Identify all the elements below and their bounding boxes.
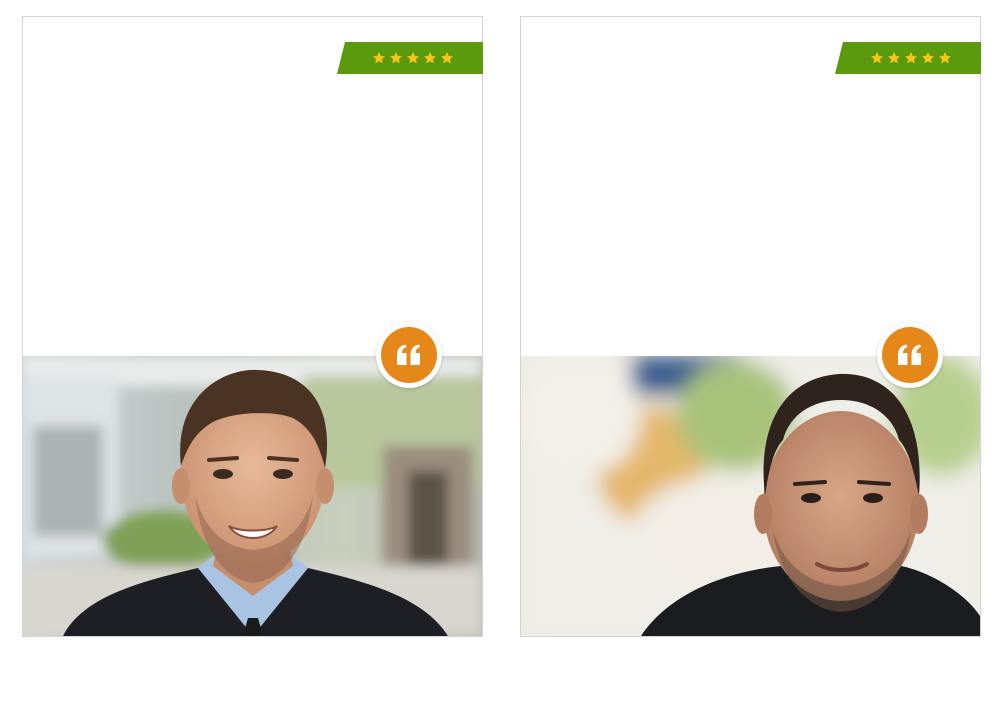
- testimonial-card-1: [22, 16, 483, 637]
- rating-ribbon: [337, 42, 483, 74]
- star-icon: [390, 52, 402, 64]
- star-icon: [373, 52, 385, 64]
- quote-badge: [877, 322, 943, 388]
- star-icon: [888, 52, 900, 64]
- rating-ribbon: [835, 42, 981, 74]
- quote-icon: [397, 344, 420, 365]
- quote-icon: [898, 344, 921, 365]
- star-icon: [407, 52, 419, 64]
- star-icon: [922, 52, 934, 64]
- customer-photo: [23, 356, 482, 636]
- quote-badge: [376, 322, 442, 388]
- testimonial-card-2: [520, 16, 981, 637]
- star-icon: [905, 52, 917, 64]
- star-icon: [871, 52, 883, 64]
- star-icon: [441, 52, 453, 64]
- customer-photo: [521, 356, 980, 636]
- star-icon: [424, 52, 436, 64]
- star-icon: [939, 52, 951, 64]
